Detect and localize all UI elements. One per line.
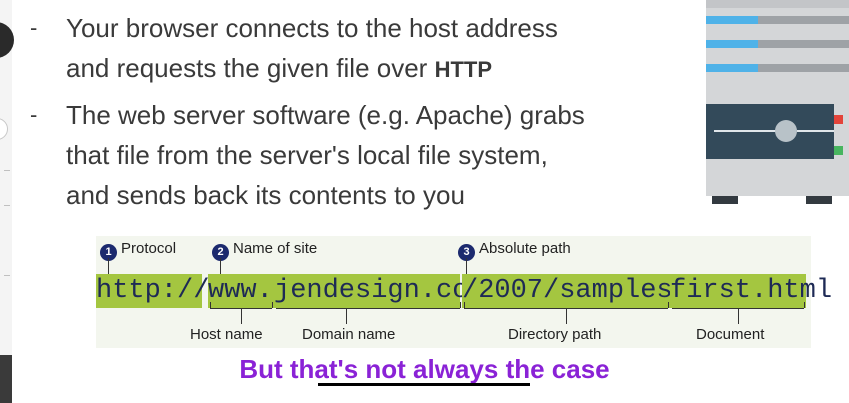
bullet-line: Your browser connects to the host addres… (66, 13, 558, 43)
bullet-line: that file from the server's local file s… (66, 140, 548, 170)
bullet-line: and requests the given file over (66, 53, 435, 83)
callout-label: Protocol (121, 240, 177, 257)
bracket-pointer (738, 308, 739, 324)
label-domain-name: Domain name (302, 326, 396, 343)
url-domain: jendesign.com (274, 274, 485, 308)
bullet-line: The web server software (e.g. Apache) gr… (66, 100, 585, 130)
url-document: first.html (670, 274, 833, 308)
bottom-note: But that's not always the case (239, 354, 610, 384)
bullet-web-server: - The web server software (e.g. Apache) … (30, 95, 630, 215)
url-host: www. (208, 274, 274, 308)
label-directory-path: Directory path (508, 326, 602, 343)
left-edge-tick (4, 205, 10, 206)
bullet-list: - Your browser connects to the host addr… (30, 8, 630, 215)
url-protocol: http:// (96, 274, 210, 308)
callout-pointer-line (220, 258, 221, 274)
bullet-browser-connects: - Your browser connects to the host addr… (30, 8, 630, 90)
callout-pointer-line (466, 258, 467, 274)
bracket-pointer (241, 308, 242, 324)
bracket-tick (464, 302, 465, 308)
bracket-tick (272, 302, 273, 308)
bottom-note-underline (318, 383, 530, 386)
left-edge-tick (4, 275, 10, 276)
bracket-pointer (346, 308, 347, 324)
callout-label: Name of site (233, 240, 318, 257)
bracket-tick (210, 302, 211, 308)
bullet-line: and sends back its contents to you (66, 180, 465, 210)
left-edge-tick (4, 170, 10, 171)
bracket-pointer (566, 308, 567, 324)
bracket-tick (804, 302, 805, 308)
callout-label: Absolute path (479, 240, 571, 257)
bullet-dash: - (30, 102, 38, 127)
bracket-tick (668, 302, 669, 308)
label-host-name: Host name (190, 326, 263, 343)
server-icon (706, 0, 849, 205)
bullet-dash: - (30, 15, 38, 40)
bracket-tick (460, 302, 461, 308)
label-document: Document (696, 326, 765, 343)
left-window-edge (0, 0, 12, 403)
url-anatomy-diagram: 1 Protocol 2 Name of site 3 Absolute path h… (96, 236, 833, 348)
callout-pointer-line (108, 258, 109, 274)
callout-protocol: 1 Protocol (100, 240, 176, 261)
callout-absolute-path: 3 Absolute path (458, 240, 571, 261)
bullet-bold-term: HTTP (434, 57, 493, 82)
callout-site-name: 2 Name of site (212, 240, 317, 261)
url-directory: /2007/samples/ (462, 274, 689, 308)
bracket-domain (276, 308, 460, 309)
